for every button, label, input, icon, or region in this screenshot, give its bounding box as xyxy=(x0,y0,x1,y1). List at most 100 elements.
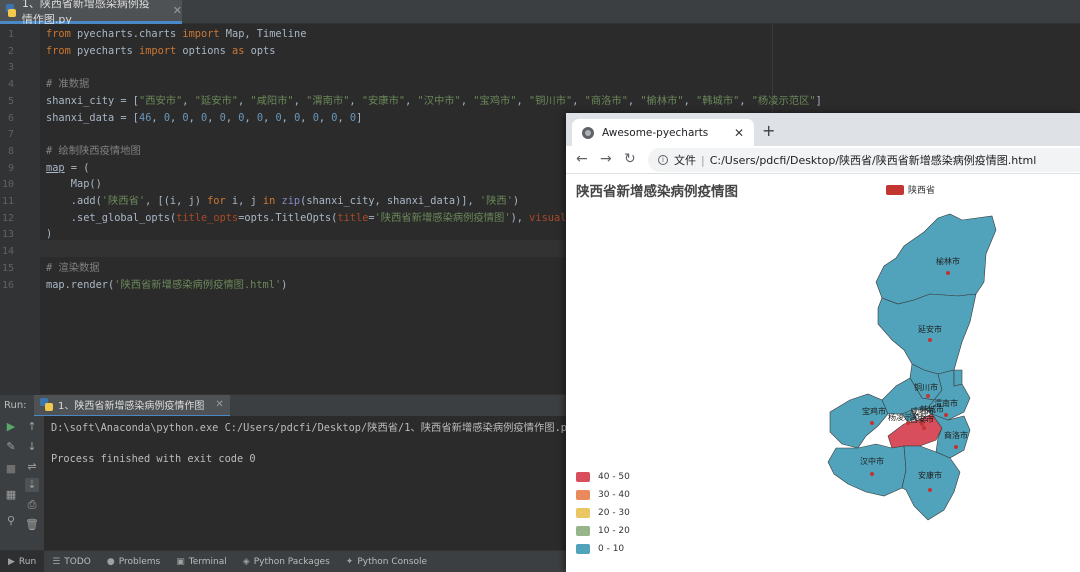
reload-icon[interactable]: ↻ xyxy=(624,151,636,167)
map-region-label: 汉中市 xyxy=(860,456,884,466)
address-bar[interactable]: i 文件 | C:/Users/pdcfi/Desktop/陕西省/陕西省新增感… xyxy=(648,148,1080,172)
visual-map-swatch xyxy=(576,508,590,518)
code-token: (shanxi_city, shanxi_data)], xyxy=(300,195,480,207)
info-icon[interactable]: i xyxy=(658,155,668,165)
code-token: '陕西' xyxy=(479,195,513,207)
problems-icon: ● xyxy=(106,556,115,567)
line-number: 7 xyxy=(7,129,14,141)
code-token: ), xyxy=(510,211,530,224)
code-line: map = ( xyxy=(46,160,89,177)
browser-toolbar: ← → ↻ i 文件 | C:/Users/pdcfi/Desktop/陕西省/… xyxy=(566,146,1080,174)
code-token: Map() xyxy=(46,178,102,191)
url-separator: | xyxy=(701,153,705,167)
run-label: Run: xyxy=(4,400,27,411)
code-line: shanxi_data = [46, 0, 0, 0, 0, 0, 0, 0, … xyxy=(46,110,362,127)
code-token: "韩城市" xyxy=(696,94,740,107)
url-text: C:/Users/pdcfi/Desktop/陕西省/陕西省新增感染病例疫情图.… xyxy=(709,154,1037,167)
visual-map-piece[interactable]: 20 - 30 xyxy=(576,504,630,522)
line-number: 5 xyxy=(7,95,14,107)
visual-map-label: 40 - 50 xyxy=(598,472,630,482)
map-region[interactable] xyxy=(827,443,907,497)
run-tab[interactable]: 1、陕西省新增感染病例疫情作图 ✕ xyxy=(34,394,230,417)
code-token: , xyxy=(182,94,195,107)
map-region[interactable] xyxy=(829,393,889,449)
code-token: pyecharts xyxy=(70,44,140,57)
code-token: ) xyxy=(46,228,53,241)
tool-window-run[interactable]: ▶ Run xyxy=(0,550,45,572)
code-token: "安康市" xyxy=(361,94,406,107)
close-icon[interactable]: ✕ xyxy=(215,399,223,410)
line-number: 13 xyxy=(1,229,14,241)
forward-arrow-icon[interactable]: → xyxy=(600,151,612,167)
close-icon[interactable]: ✕ xyxy=(173,4,182,17)
code-line: .set_global_opts(title_opts=opts.TitleOp… xyxy=(46,210,616,227)
print-icon[interactable]: ⎙ xyxy=(25,498,39,512)
stop-icon[interactable]: ■ xyxy=(4,462,18,476)
code-line: # 渲染数据 xyxy=(46,260,100,277)
code-token: , xyxy=(349,94,362,107)
code-token: "榆林市" xyxy=(640,94,684,107)
code-token: , xyxy=(683,94,697,107)
python-packages-icon: ◈ xyxy=(242,556,250,567)
browser-tab-strip: Awesome-pyecharts ✕ + xyxy=(566,113,1080,146)
browser-tab[interactable]: Awesome-pyecharts ✕ xyxy=(572,119,754,146)
code-token: , xyxy=(300,111,313,124)
visual-map-piece[interactable]: 40 - 50 xyxy=(576,468,630,486)
code-token: "咸阳市" xyxy=(250,94,294,107)
code-line: map.render('陕西省新增感染病例疫情图.html') xyxy=(46,277,287,294)
code-token: "商洛市" xyxy=(584,94,628,107)
code-token: =opts.TitleOpts( xyxy=(238,211,338,224)
tool-window-label: Terminal xyxy=(188,556,227,567)
tool-window-todo[interactable]: ☰ TODO xyxy=(44,551,99,572)
code-token: '陕西省新增感染病例疫情图' xyxy=(374,211,511,224)
map-region[interactable] xyxy=(953,369,963,387)
line-number: 2 xyxy=(7,45,14,57)
editor-tab-title: 1、陕西省新增感染病例疫情作图.py xyxy=(21,0,150,26)
pin-icon[interactable]: ⚲ xyxy=(4,514,18,528)
map-region[interactable] xyxy=(877,293,977,375)
code-token: Map, Timeline xyxy=(219,28,307,40)
chart-legend[interactable]: 陕西省 xyxy=(886,183,935,196)
code-token: shanxi_city = [ xyxy=(46,94,139,107)
soft-wrap-icon[interactable]: ⇌ xyxy=(25,460,39,474)
tool-window-python-packages[interactable]: ◈ Python Packages xyxy=(235,551,338,572)
layout-icon[interactable]: ▦ xyxy=(4,488,18,502)
map-region-marker xyxy=(922,426,926,430)
wrench-icon[interactable]: ✎ xyxy=(4,440,18,454)
trash-icon[interactable]: 🗑 xyxy=(25,518,39,532)
code-token: , xyxy=(627,94,641,107)
rerun-icon[interactable]: ▶ xyxy=(4,420,18,434)
console-line: D:\soft\Anaconda\python.exe C:/Users/pdc… xyxy=(51,422,574,434)
tool-window-label: TODO xyxy=(64,556,91,567)
new-tab-icon[interactable]: + xyxy=(762,121,775,140)
tool-window-problems[interactable]: ● Problems xyxy=(99,551,168,572)
visual-map-piece[interactable]: 10 - 20 xyxy=(576,522,630,540)
visual-map-piece[interactable]: 30 - 40 xyxy=(576,486,630,504)
code-token: '陕西省' xyxy=(101,195,146,207)
visual-map-piece[interactable]: 0 - 10 xyxy=(576,540,630,558)
code-token: , [(i, j) xyxy=(145,195,208,207)
code-token: pyecharts.charts xyxy=(70,28,183,40)
close-icon[interactable]: ✕ xyxy=(734,126,744,140)
map-region-label: 宝鸡市 xyxy=(862,406,886,416)
code-line: from pyecharts import options as opts xyxy=(46,43,275,60)
code-token: from xyxy=(46,44,71,57)
code-token: i, j xyxy=(225,195,263,207)
code-token: '陕西省新增感染病例疫情图.html' xyxy=(114,278,282,291)
tool-window-python-console[interactable]: ✦ Python Console xyxy=(338,551,435,572)
code-token: , xyxy=(281,111,295,124)
code-token: "西安市" xyxy=(139,94,183,107)
editor-tab[interactable]: 1、陕西省新增感染病例疫情作图.py ✕ xyxy=(0,0,182,26)
code-token: "宝鸡市" xyxy=(473,94,517,107)
code-token: "汉中市" xyxy=(417,94,461,107)
code-token: as xyxy=(232,44,245,57)
arrow-up-icon[interactable]: ↑ xyxy=(25,420,39,434)
line-number: 1 xyxy=(7,29,14,40)
line-number: 10 xyxy=(1,179,14,191)
code-token: , xyxy=(739,94,752,107)
map-region-marker xyxy=(926,394,930,398)
back-arrow-icon[interactable]: ← xyxy=(576,151,588,167)
scroll-to-end-icon[interactable]: ⇣ xyxy=(25,478,39,492)
tool-window-terminal[interactable]: ▣ Terminal xyxy=(168,551,235,572)
arrow-down-icon[interactable]: ↓ xyxy=(25,440,39,454)
